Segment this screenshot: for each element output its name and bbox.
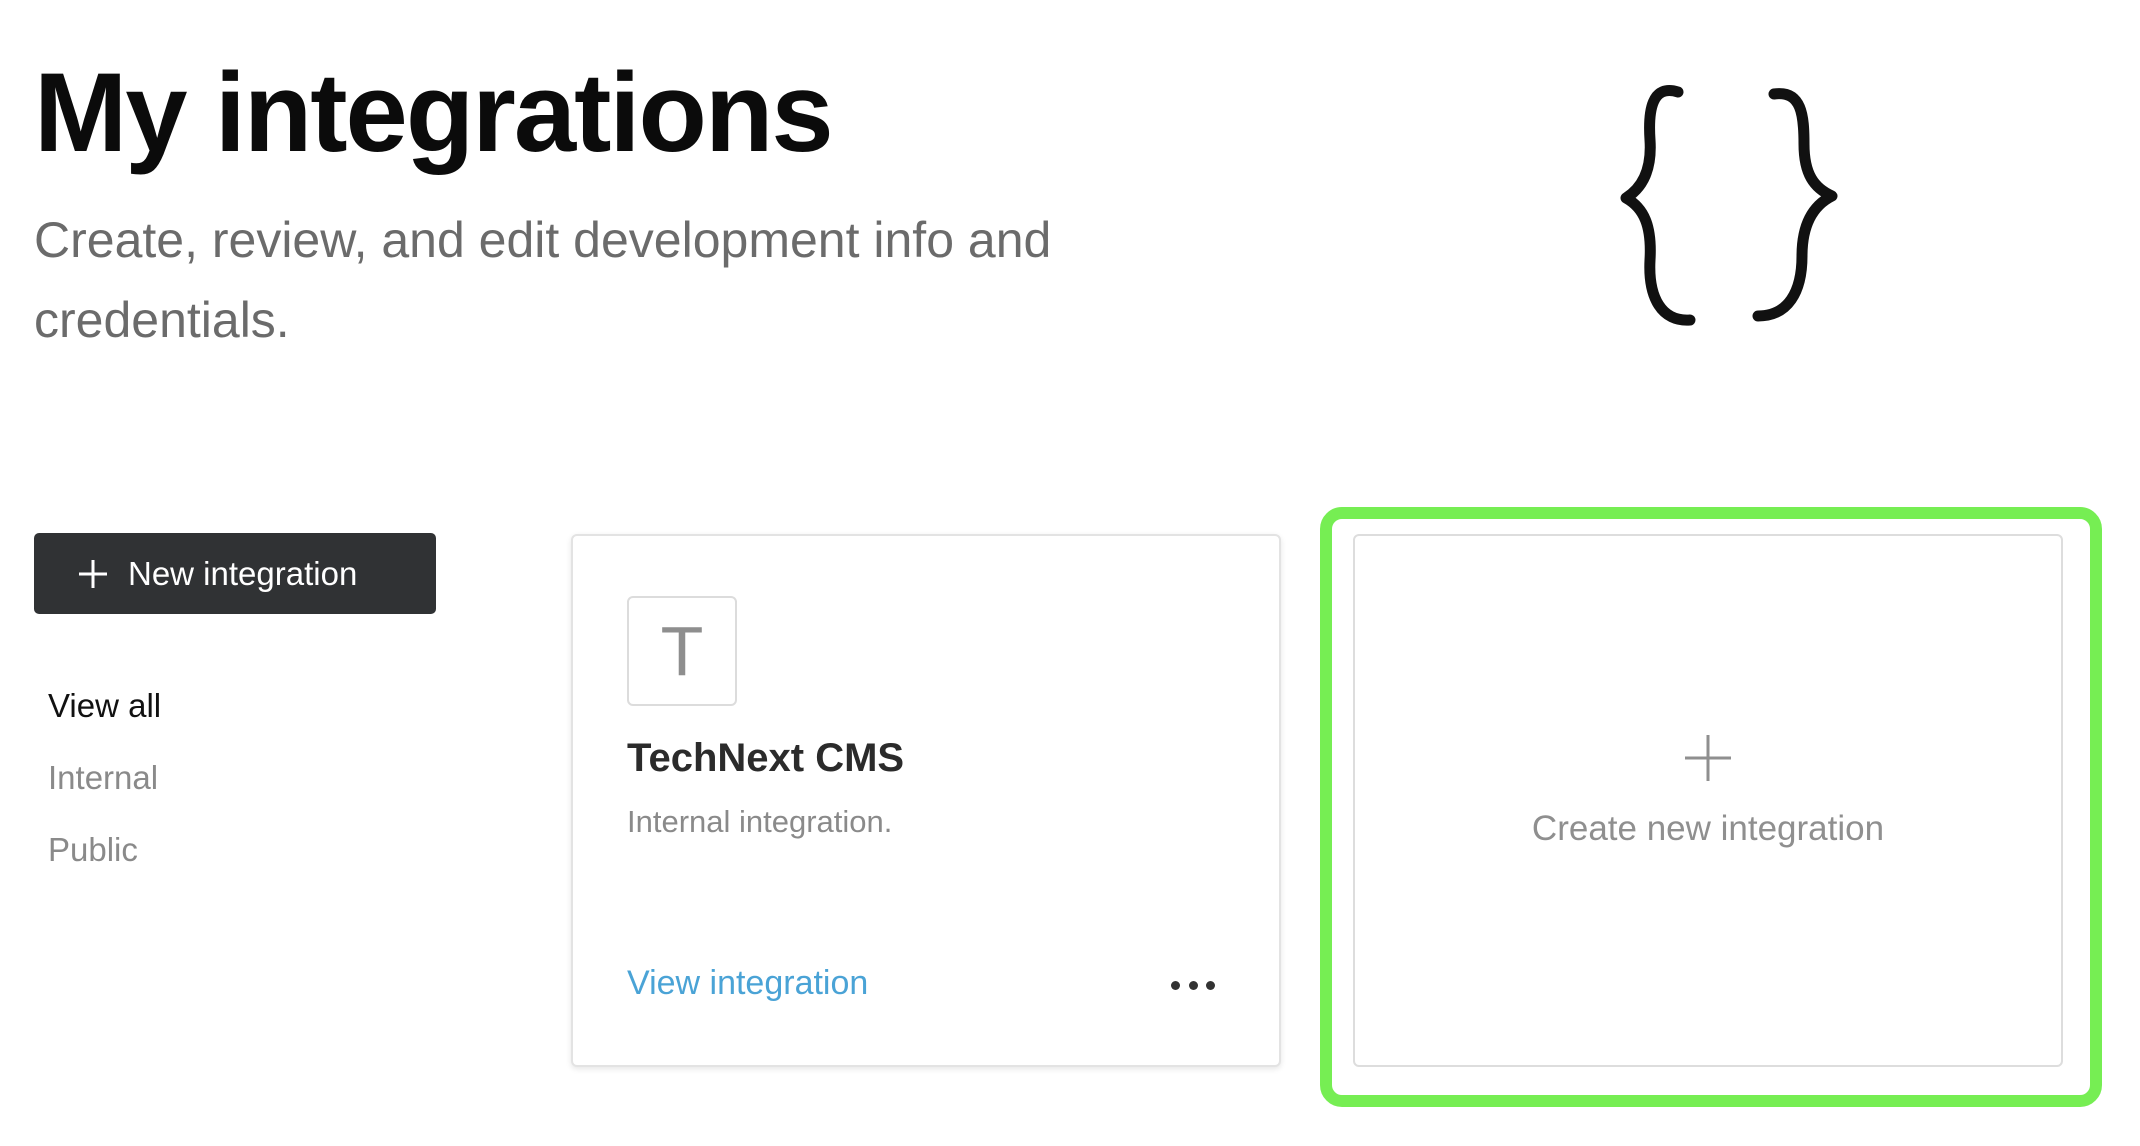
more-dot: [1171, 980, 1180, 990]
new-integration-label: New integration: [128, 554, 358, 592]
filter-view-all[interactable]: View all: [48, 670, 161, 742]
page-title: My integrations: [34, 50, 834, 175]
create-integration-card[interactable]: Create new integration: [1353, 534, 2063, 1067]
integration-avatar: T: [627, 596, 737, 706]
integration-description: Internal integration.: [627, 804, 893, 839]
more-dot: [1206, 980, 1215, 990]
filter-public[interactable]: Public: [48, 814, 161, 886]
integration-card: T TechNext CMS Internal integration. Vie…: [571, 534, 1281, 1067]
filter-nav: View all Internal Public: [48, 670, 161, 886]
plus-icon: [79, 559, 107, 588]
view-integration-link[interactable]: View integration: [627, 964, 868, 1003]
page-subtitle: Create, review, and edit development inf…: [34, 212, 1052, 348]
curly-braces-icon: [1620, 85, 1838, 326]
create-integration-label: Create new integration: [1531, 808, 1885, 848]
new-integration-button[interactable]: New integration: [34, 533, 436, 614]
filter-internal[interactable]: Internal: [48, 742, 161, 814]
more-horizontal-icon[interactable]: [1163, 960, 1223, 1010]
plus-icon: [1685, 734, 1731, 781]
integration-name: TechNext CMS: [627, 736, 905, 780]
more-dot: [1188, 980, 1198, 990]
